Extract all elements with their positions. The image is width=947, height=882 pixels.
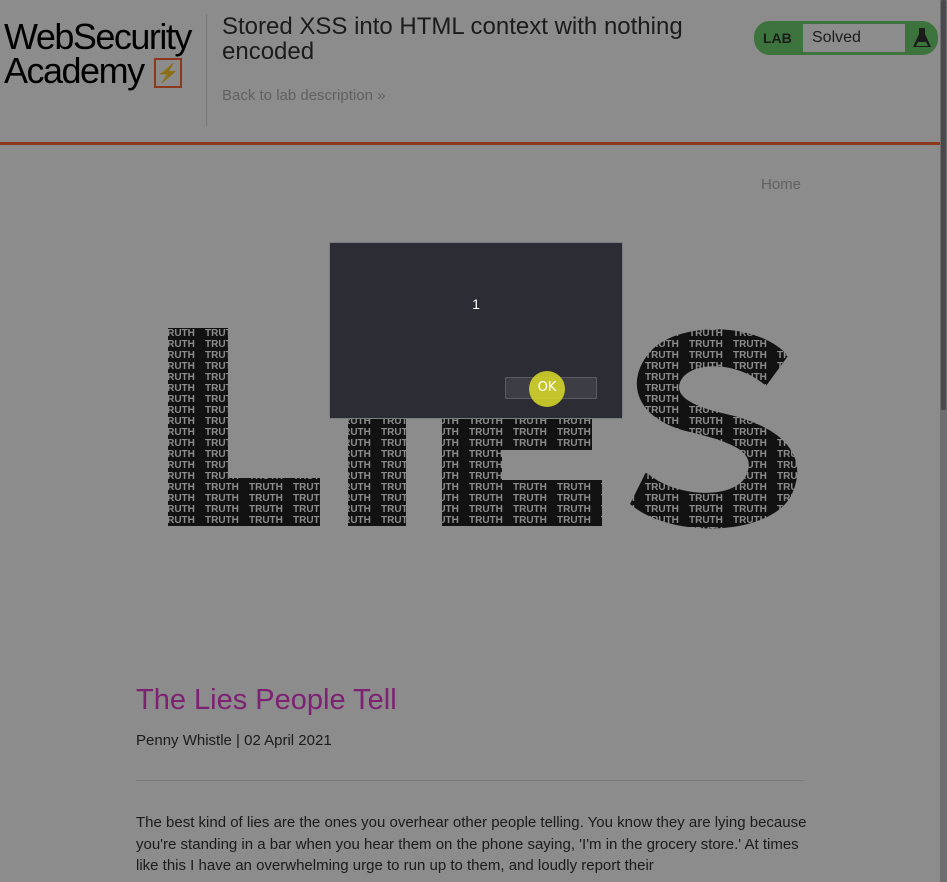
ok-button-label: OK [537,380,557,395]
alert-message: 1 [472,296,480,312]
alert-dialog: 1 [329,242,623,419]
modal-overlay [0,0,947,882]
scrollbar-thumb[interactable] [941,0,946,410]
